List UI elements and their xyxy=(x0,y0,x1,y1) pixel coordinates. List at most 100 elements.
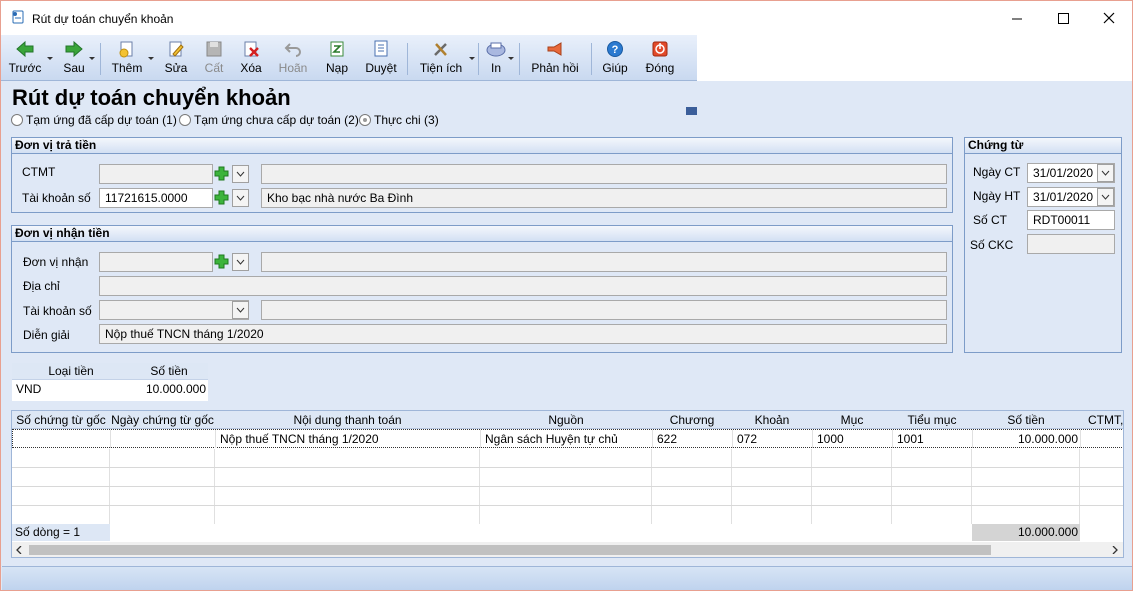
amount-cell[interactable]: 10.000.000 xyxy=(130,381,207,398)
minimize-button[interactable] xyxy=(994,1,1040,35)
receiver-account-label: Tài khoản số xyxy=(23,304,92,318)
approve-button[interactable]: Duyệt xyxy=(361,35,401,81)
next-button[interactable]: Sau xyxy=(57,35,91,81)
chevron-down-icon xyxy=(1101,194,1110,200)
col-section[interactable]: Mục xyxy=(812,411,892,429)
add-label: Thêm xyxy=(111,61,143,75)
load-button[interactable]: Nạp xyxy=(321,35,353,81)
payer-bank-field: Kho bạc nhà nước Ba Đình xyxy=(261,188,947,208)
prev-dropdown-icon[interactable] xyxy=(47,57,53,60)
add-payer-account-button[interactable] xyxy=(213,189,230,206)
col-chapter[interactable]: Chương xyxy=(652,411,732,429)
add-ctmt-button[interactable] xyxy=(213,165,230,182)
scroll-thumb[interactable] xyxy=(29,545,991,555)
add-document-icon xyxy=(119,41,133,58)
receiver-account-input[interactable] xyxy=(99,300,249,320)
ctmt-input[interactable] xyxy=(99,164,213,184)
chevron-down-icon xyxy=(236,307,245,313)
table-row[interactable]: Nộp thuế TNCN tháng 1/2020 Ngân sách Huy… xyxy=(12,429,1123,448)
maximize-button[interactable] xyxy=(1040,1,1086,35)
cell-subsection[interactable]: 1001 xyxy=(893,430,973,448)
scroll-left-icon[interactable] xyxy=(15,546,23,554)
col-ctmt[interactable]: CTMT, xyxy=(1080,411,1123,429)
empty-row[interactable] xyxy=(12,449,1123,468)
feedback-button[interactable]: Phản hồi xyxy=(528,35,582,81)
cell-payment-content[interactable]: Nộp thuế TNCN tháng 1/2020 xyxy=(216,430,481,448)
col-item[interactable]: Khoản xyxy=(732,411,812,429)
utilities-button[interactable]: Tiện ích xyxy=(417,35,465,81)
cell-amount[interactable]: 10.000.000 xyxy=(973,430,1081,448)
cell-item[interactable]: 072 xyxy=(733,430,813,448)
cell-section[interactable]: 1000 xyxy=(813,430,893,448)
add-button[interactable]: Thêm xyxy=(107,35,147,81)
col-source[interactable]: Nguồn xyxy=(480,411,652,429)
tools-icon xyxy=(434,43,447,56)
radio-actual-spending[interactable]: Thực chi (3) xyxy=(359,113,439,127)
delete-label: Xóa xyxy=(240,61,262,75)
cell-source-doc-date[interactable] xyxy=(111,430,216,448)
add-dropdown-icon[interactable] xyxy=(148,57,154,60)
ctmt-dropdown-button[interactable] xyxy=(232,165,249,183)
date-ct-picker-button[interactable] xyxy=(1097,164,1114,182)
chevron-down-icon xyxy=(236,195,245,201)
scroll-right-icon[interactable] xyxy=(1111,546,1119,554)
row-count-label: Số dòng = 1 xyxy=(12,524,110,541)
cell-source-doc-no[interactable] xyxy=(13,430,111,448)
currency-type-cell[interactable]: VND xyxy=(16,381,126,398)
receiver-group: Đơn vị nhận tiền Đơn vị nhận Địa chỉ Tài… xyxy=(11,225,953,353)
col-payment-content[interactable]: Nội dung thanh toán xyxy=(215,411,480,429)
next-dropdown-icon[interactable] xyxy=(89,57,95,60)
col-source-doc-date[interactable]: Ngày chứng từ gốc xyxy=(110,411,215,429)
radio-advance-allocated[interactable]: Tạm ứng đã cấp dự toán (1) xyxy=(11,113,177,127)
cell-source[interactable]: Ngân sách Huyện tự chủ xyxy=(481,430,653,448)
utilities-dropdown-icon[interactable] xyxy=(469,57,475,60)
col-amount[interactable]: Số tiền xyxy=(972,411,1080,429)
delete-button[interactable]: Xóa xyxy=(235,35,267,81)
payer-account-input[interactable]: 11721615.0000 xyxy=(99,188,213,208)
print-button[interactable]: In xyxy=(483,35,509,81)
horizontal-scrollbar[interactable] xyxy=(12,542,1123,557)
address-input[interactable] xyxy=(99,276,947,296)
title-bar: Rút dự toán chuyển khoản xyxy=(1,1,1132,35)
empty-row[interactable] xyxy=(12,506,1123,525)
prev-button[interactable]: Trước xyxy=(7,35,43,81)
receiver-account-dropdown-button[interactable] xyxy=(232,301,249,319)
plus-icon xyxy=(214,254,229,269)
utilities-label: Tiện ích xyxy=(419,61,463,75)
undo-button[interactable]: Hoãn xyxy=(275,35,311,81)
receiver-unit-input[interactable] xyxy=(99,252,213,272)
edit-button[interactable]: Sửa xyxy=(161,35,191,81)
help-icon: ? xyxy=(607,41,623,57)
date-ht-picker-button[interactable] xyxy=(1097,188,1114,206)
receiver-unit-name-field xyxy=(261,252,947,272)
app-window: Rút dự toán chuyển khoản Trước Sau Thêm xyxy=(0,0,1133,591)
toolbar-options-handle[interactable] xyxy=(686,107,697,115)
cell-chapter[interactable]: 622 xyxy=(653,430,733,448)
close-window-button[interactable] xyxy=(1086,1,1132,35)
payment-detail-grid: Số chứng từ gốc Ngày chứng từ gốc Nội du… xyxy=(11,410,1124,558)
ckc-no-input[interactable] xyxy=(1027,234,1115,254)
radio-advance-unallocated[interactable]: Tạm ứng chưa cấp dự toán (2) xyxy=(179,113,359,127)
add-receiver-unit-button[interactable] xyxy=(213,253,230,270)
receiver-unit-dropdown-button[interactable] xyxy=(232,253,249,271)
grid-footer: Số dòng = 1 10.000.000 xyxy=(12,524,1123,541)
megaphone-icon xyxy=(547,42,562,56)
cell-ctmt[interactable] xyxy=(1081,430,1123,448)
ctmt-name-field xyxy=(261,164,947,184)
status-bar xyxy=(2,566,1132,590)
payer-account-dropdown-button[interactable] xyxy=(232,189,249,207)
close-form-button[interactable]: Đóng xyxy=(641,35,679,81)
toolbar-empty-area xyxy=(697,35,1132,81)
empty-row[interactable] xyxy=(12,487,1123,506)
load-label: Nạp xyxy=(325,61,348,75)
payer-group-header: Đơn vị trả tiền xyxy=(12,138,952,154)
close-icon xyxy=(1103,12,1115,24)
print-dropdown-icon[interactable] xyxy=(508,57,514,60)
description-input[interactable]: Nộp thuế TNCN tháng 1/2020 xyxy=(99,324,947,344)
save-button[interactable]: Cất xyxy=(199,35,229,81)
col-source-doc-no[interactable]: Số chứng từ gốc xyxy=(12,411,110,429)
col-subsection[interactable]: Tiểu mục xyxy=(892,411,972,429)
empty-row[interactable] xyxy=(12,468,1123,487)
voucher-no-input[interactable]: RDT00011 xyxy=(1027,210,1115,230)
help-button[interactable]: ? Giúp xyxy=(599,35,631,81)
